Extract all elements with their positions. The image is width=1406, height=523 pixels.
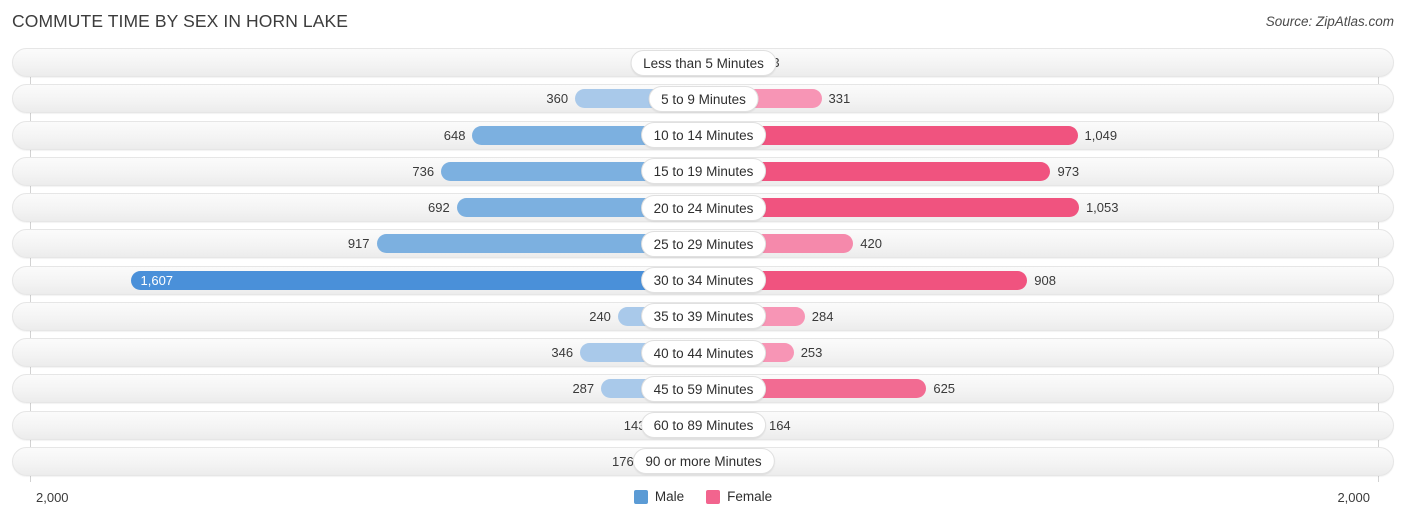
- bar-value-female: 1,049: [1084, 127, 1118, 143]
- bar-value-male: 648: [443, 127, 466, 143]
- bar-value-female: 625: [933, 381, 956, 397]
- category-label: 25 to 29 Minutes: [640, 230, 767, 257]
- bar-row: 1,607 908 30 to 34 Minutes: [0, 263, 1406, 299]
- bar-value-male: 917: [347, 236, 370, 252]
- chart-legend: Male Female: [0, 489, 1406, 504]
- bar-value-male: 736: [412, 163, 435, 179]
- source-attribution: Source: ZipAtlas.com: [1265, 14, 1394, 29]
- legend-label-male: Male: [654, 489, 685, 504]
- legend-swatch-male-icon: [633, 489, 648, 504]
- bar-value-female: 284: [811, 308, 834, 324]
- bar-rows-container: 56133Less than 5 Minutes 360 331 5 to 9 Min…: [0, 45, 1406, 480]
- bar-row: 346 253 40 to 44 Minutes: [0, 335, 1406, 371]
- category-label: 45 to 59 Minutes: [640, 375, 767, 402]
- bar-male[interactable]: [130, 270, 704, 290]
- bar-value-female: 253: [800, 345, 823, 360]
- bar-value-male: 176: [612, 453, 634, 469]
- category-label: 20 to 24 Minutes: [640, 194, 767, 221]
- bar-row: 360 331 5 to 9 Minutes: [0, 81, 1406, 117]
- legend-label-female: Female: [727, 489, 773, 504]
- bar-row: 287 625 45 to 59 Minutes: [0, 371, 1406, 407]
- chart-footer: 2,000 2,000 Male Female: [0, 485, 1406, 523]
- bar-value-female: 331: [828, 91, 851, 107]
- legend-item-male[interactable]: Male: [633, 489, 685, 504]
- category-label: 90 or more Minutes: [632, 448, 775, 475]
- chart-plot-area: 56133Less than 5 Minutes 360 331 5 to 9 Min…: [0, 45, 1406, 485]
- bar-row: 143 164 60 to 89 Minutes: [0, 408, 1406, 444]
- bar-value-female: 420: [860, 236, 882, 252]
- category-label: 15 to 19 Minutes: [640, 158, 767, 185]
- category-label: 60 to 89 Minutes: [640, 412, 767, 438]
- bar-row: 56133Less than 5 Minutes: [0, 45, 1406, 81]
- category-label: 5 to 9 Minutes: [648, 85, 759, 112]
- category-label: Less than 5 Minutes: [630, 49, 777, 76]
- bar-row: 1766290 or more Minutes: [0, 444, 1406, 480]
- bar-value-male: 143: [623, 417, 646, 433]
- category-label: 35 to 39 Minutes: [640, 303, 767, 330]
- category-label: 30 to 34 Minutes: [640, 267, 767, 293]
- bar-value-male: 56: [0, 53, 676, 72]
- page-title: COMMUTE TIME BY SEX IN HORN LAKE: [12, 11, 349, 31]
- bar-value-female: 1,053: [1085, 200, 1119, 215]
- category-label: 40 to 44 Minutes: [640, 339, 767, 366]
- bar-value-male: 346: [551, 345, 574, 360]
- chart-header: COMMUTE TIME BY SEX IN HORN LAKE Source:…: [0, 0, 1406, 45]
- bar-value-male: 692: [428, 200, 450, 215]
- bar-row: 692 1,053 20 to 24 Minutes: [0, 190, 1406, 226]
- bar-value-male: 240: [589, 308, 611, 324]
- bar-row: 648 1,049 10 to 14 Minutes: [0, 118, 1406, 154]
- legend-item-female[interactable]: Female: [706, 489, 772, 504]
- bar-row: 917 420 25 to 29 Minutes: [0, 226, 1406, 262]
- bar-row: 736 973 15 to 19 Minutes: [0, 154, 1406, 190]
- legend-swatch-female-icon: [706, 489, 721, 504]
- bar-value-male: 360: [546, 91, 569, 107]
- category-label: 10 to 14 Minutes: [640, 122, 767, 148]
- bar-row: 240 284 35 to 39 Minutes: [0, 299, 1406, 335]
- bar-value-female: 908: [1034, 272, 1056, 288]
- bar-value-male: 287: [572, 381, 595, 397]
- bar-value-male: 1,607: [140, 272, 174, 288]
- bar-value-female: 973: [1057, 163, 1080, 179]
- bar-value-female: 164: [768, 417, 791, 433]
